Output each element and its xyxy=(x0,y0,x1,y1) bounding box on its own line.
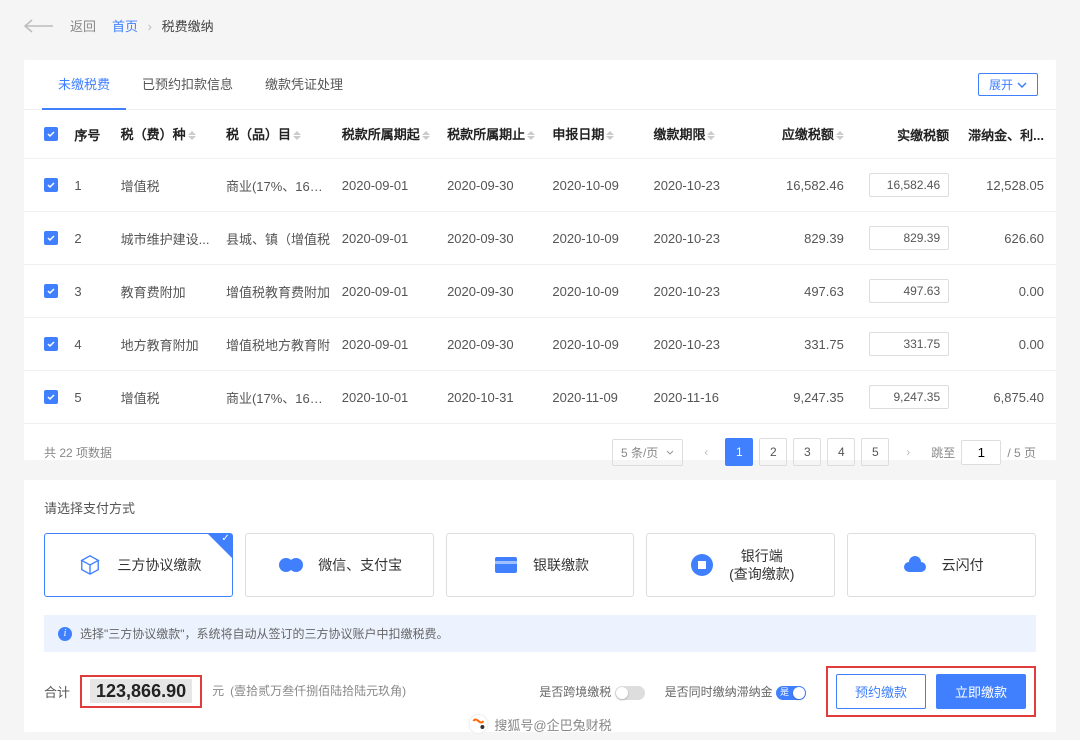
info-banner: i 选择"三方协议缴款"，系统将自动从签订的三方协议账户中扣缴税费。 xyxy=(44,615,1036,652)
actual-amount-input[interactable] xyxy=(869,385,949,409)
tax-table: 序号 税（费）种 税（品）目 税款所属期起 税款所属期止 申报日期 缴款期限 应… xyxy=(24,110,1056,424)
actual-amount-input[interactable] xyxy=(869,332,949,356)
pay-option-unionpay[interactable]: 银联缴款 xyxy=(446,533,635,597)
tax-table-card: 未缴税费 已预约扣款信息 缴款凭证处理 展开 序号 税（费）种 税（品）目 xyxy=(24,60,1056,460)
reserve-pay-button[interactable]: 预约缴款 xyxy=(836,674,926,709)
col-penalty: 滞纳金、利... xyxy=(961,110,1056,159)
tab-voucher[interactable]: 缴款凭证处理 xyxy=(249,60,359,110)
chevron-down-icon xyxy=(1017,82,1027,88)
total-amount-highlight: 123,866.90 xyxy=(80,675,202,708)
row-checkbox[interactable] xyxy=(44,284,58,298)
pager-prev[interactable]: ‹ xyxy=(693,439,719,465)
pay-option-wechat-alipay[interactable]: 微信、支付宝 xyxy=(245,533,434,597)
table-row: 5增值税商业(17%、16%、2020-10-012020-10-312020-… xyxy=(24,371,1056,424)
actual-amount-input[interactable] xyxy=(869,173,949,197)
pay-option-bank[interactable]: 银行端(查询缴款) xyxy=(646,533,835,597)
jump-input[interactable] xyxy=(961,440,1001,465)
breadcrumb: 返回 首页 › 税费缴纳 xyxy=(24,16,214,35)
bank-icon xyxy=(687,550,717,580)
col-tax-item[interactable]: 税（品）目 xyxy=(222,110,338,159)
pay-now-button[interactable]: 立即缴款 xyxy=(936,674,1026,709)
col-period-end[interactable]: 税款所属期止 xyxy=(443,110,548,159)
expand-button[interactable]: 展开 xyxy=(978,73,1038,96)
row-checkbox[interactable] xyxy=(44,231,58,245)
page-size-select[interactable]: 5 条/页 xyxy=(612,439,683,466)
row-checkbox[interactable] xyxy=(44,178,58,192)
col-seq: 序号 xyxy=(70,110,116,159)
table-footer: 共 22 项数据 5 条/页 ‹ 1 2 3 4 5 › 跳至 xyxy=(24,424,1056,480)
col-period-start[interactable]: 税款所属期起 xyxy=(338,110,443,159)
total-amount: 123,866.90 xyxy=(90,679,192,703)
pagination: ‹ 1 2 3 4 5 › xyxy=(693,438,921,466)
row-checkbox[interactable] xyxy=(44,337,58,351)
cloud-icon xyxy=(900,550,930,580)
watermark: 搜狐号@企巴兔财税 xyxy=(468,714,611,734)
select-all-checkbox[interactable] xyxy=(44,127,58,141)
pay-option-tripartite[interactable]: 三方协议缴款 xyxy=(44,533,233,597)
back-arrow-icon[interactable] xyxy=(24,19,54,33)
record-count: 共 22 项数据 xyxy=(44,444,112,461)
amount-in-words: (壹拾贰万叁仟捌佰陆拾陆元玖角) xyxy=(230,683,406,700)
actual-amount-input[interactable] xyxy=(869,226,949,250)
crumb-current: 税费缴纳 xyxy=(162,19,214,34)
back-label[interactable]: 返回 xyxy=(70,16,96,35)
tab-unpaid[interactable]: 未缴税费 xyxy=(42,60,126,110)
pager-page[interactable]: 5 xyxy=(861,438,889,466)
info-icon: i xyxy=(58,627,72,641)
pager-page[interactable]: 3 xyxy=(793,438,821,466)
col-tax-type[interactable]: 税（费）种 xyxy=(117,110,222,159)
col-payable[interactable]: 应缴税额 xyxy=(751,110,856,159)
sohu-logo-icon xyxy=(468,714,488,734)
chevron-down-icon xyxy=(666,450,674,455)
toggle-penalty[interactable]: 是 xyxy=(776,686,806,700)
actual-amount-input[interactable] xyxy=(869,279,949,303)
payment-options: 三方协议缴款 微信、支付宝 银联缴款 银行端(查询缴款) 云闪付 xyxy=(44,533,1036,597)
tab-reserved[interactable]: 已预约扣款信息 xyxy=(126,60,249,110)
table-row: 2城市维护建设...县城、镇（增值税2020-09-012020-09-3020… xyxy=(24,212,1056,265)
card-icon xyxy=(491,550,521,580)
pay-option-quickpass[interactable]: 云闪付 xyxy=(847,533,1036,597)
pager-page[interactable]: 4 xyxy=(827,438,855,466)
total-row: 合计 123,866.90 元 (壹拾贰万叁仟捌佰陆拾陆元玖角) 是否跨境缴税 … xyxy=(44,666,1036,717)
page-jump: 跳至 / 5 页 xyxy=(931,440,1036,465)
table-row: 4地方教育附加增值税地方教育附2020-09-012020-09-302020-… xyxy=(24,318,1056,371)
cube-icon xyxy=(75,550,105,580)
col-declare-date[interactable]: 申报日期 xyxy=(548,110,649,159)
table-row: 1增值税商业(17%、16%、2020-09-012020-09-302020-… xyxy=(24,159,1056,212)
pager-next[interactable]: › xyxy=(895,439,921,465)
col-due-date[interactable]: 缴款期限 xyxy=(649,110,750,159)
toggle-cross-border[interactable] xyxy=(615,686,645,700)
total-label: 合计 xyxy=(44,682,70,701)
pager-page[interactable]: 1 xyxy=(725,438,753,466)
action-buttons-highlight: 预约缴款 立即缴款 xyxy=(826,666,1036,717)
pager-page[interactable]: 2 xyxy=(759,438,787,466)
row-checkbox[interactable] xyxy=(44,390,58,404)
crumb-home[interactable]: 首页 xyxy=(112,19,138,34)
payment-card: 请选择支付方式 三方协议缴款 微信、支付宝 银联缴款 银行端(查询缴款) 云闪付 xyxy=(24,480,1056,732)
col-actual: 实缴税额 xyxy=(856,110,961,159)
table-row: 3教育费附加增值税教育费附加2020-09-012020-09-302020-1… xyxy=(24,265,1056,318)
payment-title: 请选择支付方式 xyxy=(44,498,1036,517)
wechat-alipay-icon xyxy=(276,550,306,580)
